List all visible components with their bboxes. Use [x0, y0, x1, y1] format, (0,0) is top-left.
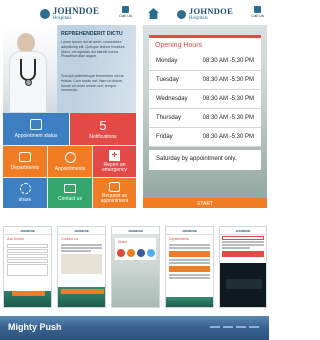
time-label: 08:30 AM -5:30 PM [202, 134, 254, 140]
departments-tile[interactable]: Departments [3, 146, 47, 177]
share-label: share [18, 197, 32, 203]
intro-section: REPREHENDERIT DICTU Lorem ipsum dol sit … [3, 25, 136, 113]
brand-sub: Hospitals [52, 16, 72, 21]
clock-check-icon [64, 151, 76, 163]
hours-panel: Opening Hours Monday 08:30 AM -5:30 PM T… [149, 35, 261, 170]
appointment-status-label: Appointment status [14, 133, 58, 139]
departments-label: Departments [10, 165, 40, 171]
app-header: JOHNDOE Hospitals Call Us [3, 3, 136, 25]
contact-icon [64, 184, 76, 193]
call-us-label: Call Us [251, 13, 264, 18]
appointments-label: Appointments [54, 165, 86, 172]
thumb-header: JOHNDOE [112, 227, 159, 235]
phone-icon [122, 6, 130, 13]
report-emergency-label: Report an emergency [102, 162, 127, 173]
intro-heading: REPREHENDERIT DICTU [61, 31, 123, 37]
logo-icon [39, 9, 50, 19]
phone-icon [254, 6, 262, 13]
thumb-title: Departments [169, 237, 190, 241]
hours-row-tuesday: Tuesday 08:30 AM -5:30 PM [149, 71, 261, 90]
facebook-icon[interactable] [136, 249, 145, 257]
thumb-header: JOHNDOE [166, 227, 213, 235]
thumb-departments[interactable]: JOHNDOE Departments [165, 226, 214, 308]
brand-name: JOHNDOE [188, 6, 234, 17]
time-label: 08:30 AM -5:30 PM [202, 96, 254, 102]
opening-hours-screen: JOHNDOE Hospitals Call Us Opening Hours … [143, 3, 267, 208]
thumb-title: Contact Us [61, 237, 79, 241]
doctor-image [3, 25, 57, 113]
contact-us-tile[interactable]: Contact us [48, 178, 92, 208]
home-screen: JOHNDOE Hospitals Call Us REPREHENDERIT … [3, 3, 136, 208]
day-label: Thursday [156, 115, 182, 121]
day-label: Friday [156, 134, 173, 140]
intro-paragraph-2: Suscipit pellentesque fermentum nisi at … [61, 74, 124, 93]
call-us-button[interactable]: Call Us [119, 6, 132, 18]
notifications-label: Notifications [89, 133, 117, 140]
brand-name: JOHNDOE [52, 6, 100, 16]
time-label: 08:30 AM -5:30 PM [202, 58, 254, 64]
start-button[interactable]: START [143, 198, 267, 208]
thumb-title: Share [115, 238, 156, 246]
footer-title: Mighty Push [8, 322, 62, 332]
saturday-note: Saturday by appointment only. [149, 150, 261, 170]
thumb-header: JOHNDOE [220, 227, 266, 235]
google-plus-icon[interactable] [116, 249, 125, 257]
contact-us-label: Contact us [58, 196, 82, 202]
day-label: Wednesday [156, 96, 188, 102]
hours-row-wednesday: Wednesday 08:30 AM -5:30 PM [149, 90, 261, 109]
request-appointment-tile[interactable]: Request an appointment [93, 178, 136, 208]
share-tile[interactable]: share [3, 178, 47, 208]
day-label: Tuesday [156, 77, 179, 83]
emergency-cross-icon: + [109, 150, 120, 161]
appointments-tile[interactable]: Appointments [48, 146, 92, 177]
notifications-tile[interactable]: 5 Notifications [70, 113, 136, 145]
footer-nav [210, 326, 259, 328]
footer-bar: Mighty Push [0, 316, 269, 340]
share-icons-row [115, 246, 156, 260]
thumb-ask-doctor[interactable]: JOHNDOE Ask Doctor [3, 226, 52, 308]
call-us-label: Call Us [119, 13, 132, 18]
report-emergency-tile[interactable]: + Report an emergency [93, 146, 136, 177]
time-label: 08:30 AM -5:30 PM [202, 77, 254, 83]
request-appointment-label: Request an appointment [100, 193, 129, 204]
thumb-share[interactable]: JOHNDOE Share [111, 226, 160, 308]
departments-icon [19, 152, 31, 162]
thumb-emergency[interactable]: JOHNDOE [219, 226, 267, 308]
hours-row-friday: Friday 08:30 AM -5:30 PM [149, 128, 261, 147]
calendar-icon [30, 119, 42, 130]
brand-sub: Hospitals [188, 15, 208, 21]
thumb-header: JOHNDOE [4, 227, 51, 235]
thumb-title: Ask Doctor [7, 237, 25, 241]
app-header: JOHNDOE Hospitals Call Us [143, 3, 267, 25]
thumb-contact-us[interactable]: JOHNDOE Contact Us [57, 226, 106, 308]
time-label: 08:30 AM -5:30 PM [202, 115, 254, 121]
twitter-icon[interactable] [146, 249, 155, 257]
share-icon [19, 183, 31, 194]
hours-row-monday: Monday 08:30 AM -5:30 PM [149, 52, 261, 71]
hours-row-thursday: Thursday 08:30 AM -5:30 PM [149, 109, 261, 128]
hours-title: Opening Hours [149, 35, 261, 52]
request-calendar-icon [109, 182, 120, 192]
thumb-header: JOHNDOE [58, 227, 105, 235]
notifications-count: 5 [99, 117, 107, 133]
intro-paragraph-1: Lorem ipsum dol sit amet, consectetur ad… [61, 40, 125, 59]
day-label: Monday [156, 58, 178, 64]
logo-icon [176, 9, 186, 19]
home-icon[interactable] [148, 8, 159, 19]
appointment-status-tile[interactable]: Appointment status [3, 113, 69, 145]
call-us-button[interactable]: Call Us [251, 6, 264, 18]
reddit-icon[interactable] [126, 249, 135, 257]
